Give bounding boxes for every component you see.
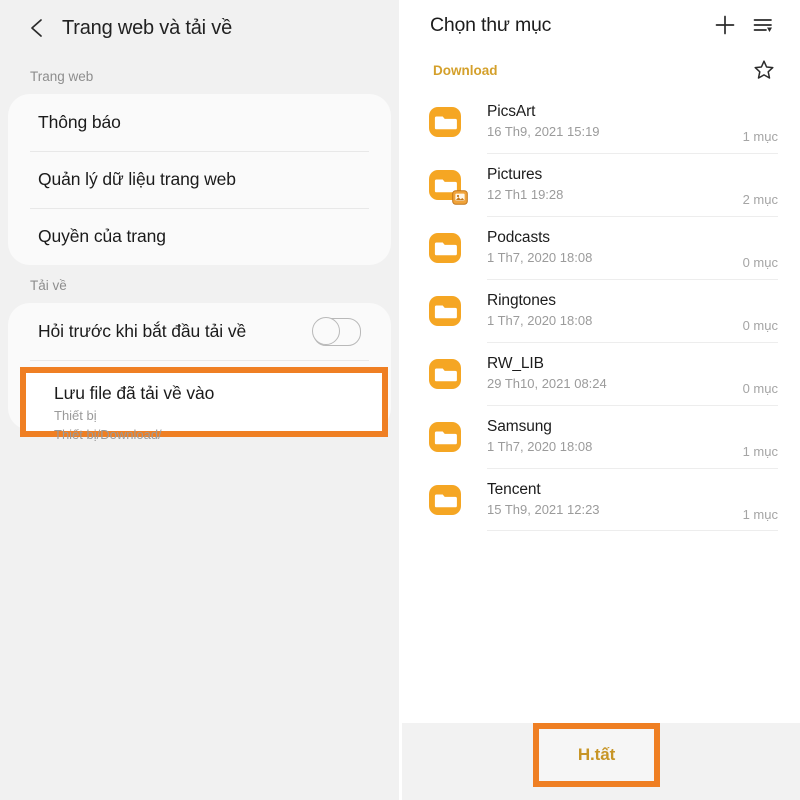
plus-icon[interactable] [710,10,740,40]
folder-item-count: 1 mục [742,129,778,144]
ask-before-download-toggle[interactable] [312,316,361,346]
folder-list-item[interactable]: Podcasts 1 Th7, 2020 18:08 0 mục [402,216,800,279]
app-screenshot: Trang web và tải về Trang web Thông báo … [0,0,800,800]
folder-icon [428,420,464,454]
folder-item-count: 0 mục [742,381,778,396]
folder-name: Tencent [487,480,541,498]
folder-item-count: 1 mục [742,444,778,459]
folder-date: 1 Th7, 2020 18:08 [487,312,593,328]
setting-label: Thông báo [38,112,121,132]
sort-list-icon[interactable] [748,10,778,40]
setting-label: Hỏi trước khi bắt đầu tải về [38,321,247,341]
folder-icon [428,105,464,139]
folder-icon [428,294,464,328]
folder-meta: Ringtones 1 Th7, 2020 18:08 [487,291,733,331]
folder-meta: Podcasts 1 Th7, 2020 18:08 [487,228,733,268]
setting-label: Quản lý dữ liệu trang web [38,169,236,189]
setting-row-ask-before-download[interactable]: Hỏi trước khi bắt đầu tải về [8,303,391,360]
setting-label: Quyền của trang [38,226,166,246]
folder-name: Pictures [487,165,543,183]
folder-picker-title: Chọn thư mục [430,13,552,36]
folder-item-count: 0 mục [742,255,778,270]
image-badge-icon [452,189,468,205]
settings-card-website: Thông báo Quản lý dữ liệu trang web Quyề… [8,94,391,265]
folder-name: PicsArt [487,102,536,120]
save-location-path: Thiết bị/Download/ [54,427,162,443]
toggle-knob [312,316,341,345]
folder-meta: PicsArt 16 Th9, 2021 15:19 [487,102,733,142]
folder-name: Ringtones [487,291,556,309]
folder-list-item[interactable]: Samsung 1 Th7, 2020 18:08 1 mục [402,405,800,468]
folder-list-item[interactable]: PicsArt 16 Th9, 2021 15:19 1 mục [402,90,800,153]
folder-icon [428,483,464,517]
folder-meta: Pictures 12 Th1 19:28 [487,165,733,205]
breadcrumb-current[interactable]: Download [433,63,750,78]
folder-item-count: 0 mục [742,318,778,333]
folder-date: 16 Th9, 2021 15:19 [487,123,600,139]
settings-panel: Trang web và tải về Trang web Thông báo … [0,0,399,800]
folder-item-count: 1 mục [742,507,778,522]
setting-row-notifications[interactable]: Thông báo [8,94,391,151]
folder-icon [428,357,464,391]
folder-list-item[interactable]: Ringtones 1 Th7, 2020 18:08 0 mục [402,279,800,342]
section-label-downloads: Tải về [30,278,67,293]
save-location-title: Lưu file đã tải về vào [54,383,215,403]
save-location-device: Thiết bị [54,407,97,423]
folder-icon [428,231,464,265]
star-outline-icon[interactable] [750,56,778,84]
done-button[interactable]: H.tất [533,723,660,787]
folder-list-item[interactable]: RW_LIB 29 Th10, 2021 08:24 0 mục [402,342,800,405]
setting-row-site-data[interactable]: Quản lý dữ liệu trang web [8,151,391,208]
folder-date: 29 Th10, 2021 08:24 [487,375,607,391]
section-label-website: Trang web [30,69,94,84]
chevron-left-icon[interactable] [26,17,48,39]
done-button-label: H.tất [577,745,616,764]
save-download-location-row[interactable]: Lưu file đã tải về vào Thiết bị Thiết bị… [20,367,388,442]
folder-name: Samsung [487,417,552,435]
folder-picker-header: Chọn thư mục [402,0,800,50]
folder-picker-panel: Chọn thư mục Download PicsArt 16 Th9, 20… [402,0,800,800]
folder-date: 12 Th1 19:28 [487,186,564,202]
folder-name: RW_LIB [487,354,544,372]
folder-meta: Samsung 1 Th7, 2020 18:08 [487,417,733,457]
folder-list-item[interactable]: Pictures 12 Th1 19:28 2 mục [402,153,800,216]
folder-item-count: 2 mục [742,192,778,207]
folder-list-item[interactable]: Tencent 15 Th9, 2021 12:23 1 mục [402,468,800,531]
setting-row-site-permissions[interactable]: Quyền của trang [8,208,391,265]
breadcrumb: Download [402,50,800,90]
folder-icon [428,168,468,205]
page-title: Trang web và tải về [62,17,232,39]
folder-meta: RW_LIB 29 Th10, 2021 08:24 [487,354,733,394]
settings-header: Trang web và tải về [0,0,399,56]
folder-date: 15 Th9, 2021 12:23 [487,501,600,517]
folder-name: Podcasts [487,228,550,246]
folder-date: 1 Th7, 2020 18:08 [487,249,593,265]
folder-list: PicsArt 16 Th9, 2021 15:19 1 mục Picture… [402,90,800,531]
folder-date: 1 Th7, 2020 18:08 [487,438,593,454]
bottom-action-bar: H.tất [402,723,800,800]
folder-meta: Tencent 15 Th9, 2021 12:23 [487,480,733,520]
